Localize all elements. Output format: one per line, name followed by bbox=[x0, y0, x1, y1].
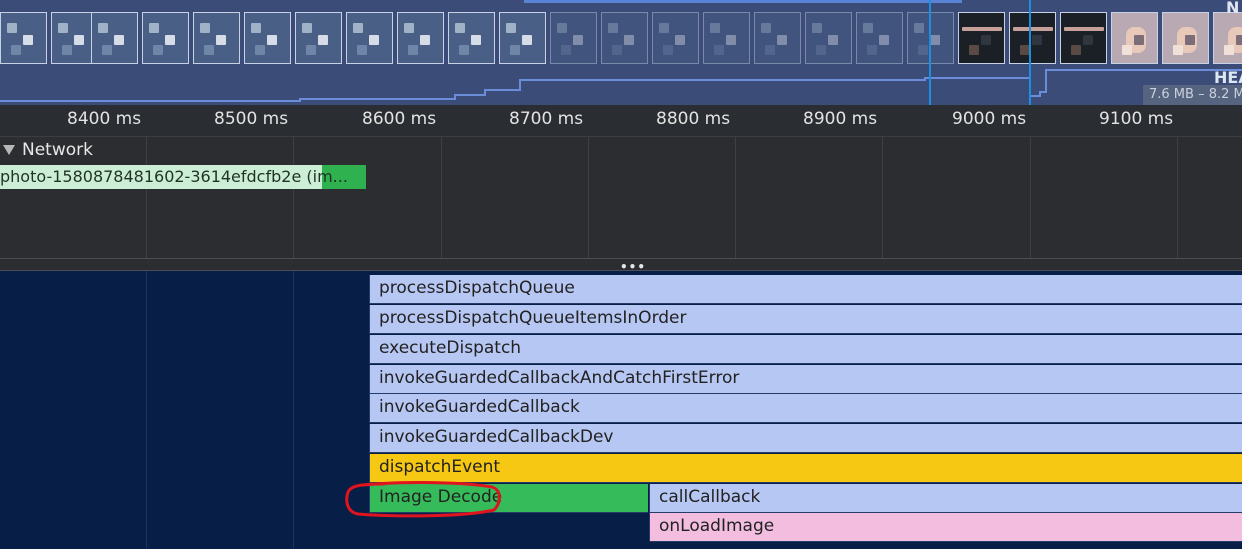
ruler-tick: 9000 ms bbox=[952, 109, 1027, 129]
heap-graph bbox=[0, 69, 1242, 102]
grid-line bbox=[146, 271, 147, 549]
grid-line bbox=[293, 271, 294, 549]
heap-range-readout: 7.6 MB – 8.2 M bbox=[1143, 85, 1242, 105]
ruler-tick: 8600 ms bbox=[362, 109, 437, 129]
flame-entry-invokeGuardedCallbackAndCatchFirstError[interactable]: invokeGuardedCallbackAndCatchFirstError bbox=[369, 365, 1242, 394]
performance-panel: N HEA 7.6 MB – 8.2 M 8400 ms 8500 ms 860… bbox=[0, 0, 1242, 549]
flame-entry-executeDispatch[interactable]: executeDispatch bbox=[369, 335, 1242, 364]
network-request-label: photo-1580878481602-3614efdcfb2e (im... bbox=[0, 167, 348, 186]
grid-line bbox=[146, 137, 147, 259]
grid-line bbox=[1030, 137, 1031, 259]
ruler-tick: 8500 ms bbox=[214, 109, 289, 129]
range-marker-end[interactable] bbox=[1029, 0, 1031, 105]
ruler-tick: 8400 ms bbox=[67, 109, 142, 129]
ruler-tick: 9100 ms bbox=[1099, 109, 1174, 129]
main-thread-flame-chart[interactable]: processDispatchQueue processDispatchQueu… bbox=[0, 271, 1242, 549]
flame-entry-invokeGuardedCallback[interactable]: invokeGuardedCallback bbox=[369, 394, 1242, 423]
ruler-tick: 8900 ms bbox=[803, 109, 878, 129]
selection-range-bar[interactable] bbox=[524, 0, 962, 3]
range-marker-start[interactable] bbox=[929, 0, 931, 105]
ruler-tick: 8800 ms bbox=[656, 109, 731, 129]
flame-entry-processDispatchQueue[interactable]: processDispatchQueue bbox=[369, 275, 1242, 304]
track-resize-divider[interactable]: ••• bbox=[0, 258, 1242, 274]
grid-line bbox=[293, 137, 294, 259]
flame-entry-dispatchEvent[interactable]: dispatchEvent bbox=[369, 454, 1242, 483]
grid-line bbox=[441, 137, 442, 259]
grid-line bbox=[882, 137, 883, 259]
track-label-n: N bbox=[1226, 0, 1240, 17]
network-track-title: Network bbox=[22, 140, 93, 160]
flame-entry-callCallback[interactable]: callCallback bbox=[649, 484, 1242, 513]
grid-line bbox=[1177, 137, 1178, 259]
timeline-overview[interactable]: N HEA 7.6 MB – 8.2 M bbox=[0, 0, 1242, 105]
flame-entry-onLoadImage[interactable]: onLoadImage bbox=[649, 513, 1242, 542]
expand-triangle-icon[interactable] bbox=[3, 145, 15, 155]
flame-entry-processDispatchQueueItemsInOrder[interactable]: processDispatchQueueItemsInOrder bbox=[369, 305, 1242, 334]
network-request-bar[interactable]: photo-1580878481602-3614efdcfb2e (im... bbox=[0, 165, 366, 189]
network-track: Network photo-1580878481602-3614efdcfb2e… bbox=[0, 137, 1242, 259]
time-ruler[interactable]: 8400 ms 8500 ms 8600 ms 8700 ms 8800 ms … bbox=[0, 105, 1242, 137]
grid-line bbox=[735, 137, 736, 259]
flame-entry-image-decode[interactable]: Image Decode bbox=[369, 484, 648, 513]
ruler-tick: 8700 ms bbox=[509, 109, 584, 129]
grid-line bbox=[588, 137, 589, 259]
network-track-header[interactable]: Network bbox=[0, 139, 93, 161]
flame-entry-invokeGuardedCallbackDev[interactable]: invokeGuardedCallbackDev bbox=[369, 424, 1242, 453]
